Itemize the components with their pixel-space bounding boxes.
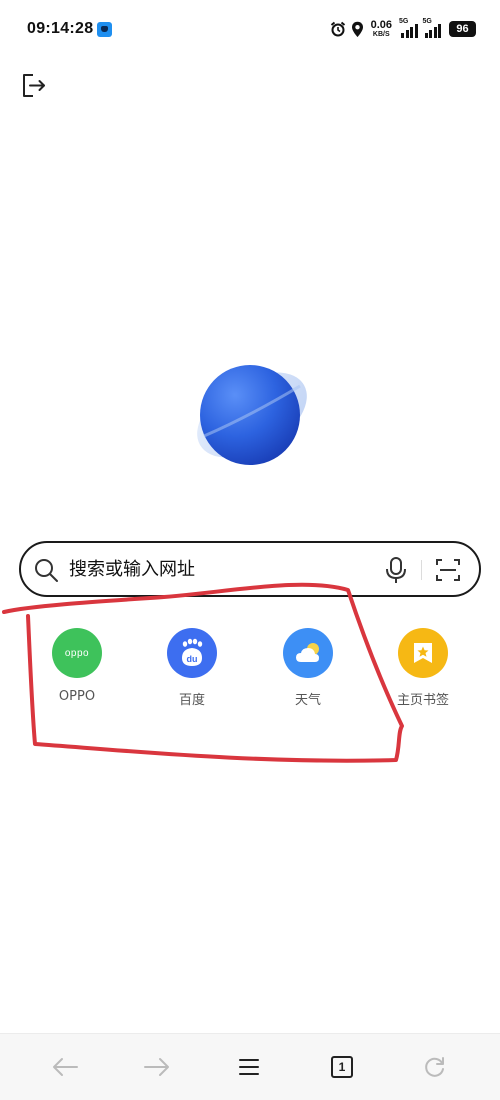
shortcut-oppo[interactable]: oppo OPPO bbox=[27, 628, 127, 718]
oppo-icon: oppo bbox=[52, 628, 102, 678]
shortcut-bookmarks[interactable]: 主页书签 bbox=[373, 628, 473, 718]
scan-icon[interactable] bbox=[435, 557, 461, 583]
sim1-network-tag: 5G bbox=[399, 18, 409, 25]
bookmark-star-icon bbox=[398, 628, 448, 678]
weather-icon bbox=[283, 628, 333, 678]
signal-icon-sim2: 5G bbox=[422, 18, 441, 38]
status-bar: 09:14:28 0.06 KB/S 5G 5G 96 bbox=[0, 0, 500, 60]
location-icon bbox=[351, 21, 363, 37]
back-arrow-icon[interactable] bbox=[48, 1052, 82, 1082]
shortcut-label: 主页书签 bbox=[396, 693, 449, 708]
shortcut-weather[interactable]: 天气 bbox=[258, 628, 358, 718]
shortcut-label: 天气 bbox=[294, 693, 321, 708]
search-icon bbox=[35, 559, 58, 582]
net-speed-unit: KB/S bbox=[372, 31, 390, 38]
status-time: 09:14:28 bbox=[27, 20, 94, 37]
shortcut-baidu[interactable]: du 百度 bbox=[142, 628, 242, 718]
signal-icon-sim1: 5G bbox=[399, 18, 418, 38]
status-right-group: 0.06 KB/S 5G 5G 96 bbox=[330, 18, 476, 40]
shortcut-label: OPPO bbox=[58, 689, 96, 704]
forward-arrow-icon[interactable] bbox=[140, 1052, 174, 1082]
tab-count: 1 bbox=[331, 1056, 353, 1078]
search-input[interactable]: 搜索或输入网址 bbox=[19, 541, 481, 597]
battery-icon: 96 bbox=[449, 21, 476, 37]
oppo-icon-text: oppo bbox=[64, 647, 90, 659]
exit-icon[interactable] bbox=[18, 70, 48, 100]
net-speed-value: 0.06 bbox=[370, 19, 392, 31]
tabs-icon[interactable]: 1 bbox=[325, 1052, 359, 1082]
baidu-icon: du bbox=[167, 628, 217, 678]
search-placeholder: 搜索或输入网址 bbox=[69, 559, 195, 580]
menu-icon[interactable] bbox=[232, 1052, 266, 1082]
app-notification-icon bbox=[97, 22, 112, 37]
refresh-icon[interactable] bbox=[418, 1052, 452, 1082]
planet-logo bbox=[190, 360, 315, 470]
alarm-icon bbox=[330, 21, 345, 37]
bottom-nav-bar: 1 bbox=[0, 1033, 500, 1100]
sim2-network-tag: 5G bbox=[422, 18, 432, 25]
mic-icon[interactable] bbox=[385, 556, 407, 584]
baidu-icon-text: du bbox=[187, 654, 198, 664]
net-speed: 0.06 KB/S bbox=[370, 19, 392, 39]
shortcut-label: 百度 bbox=[178, 693, 205, 708]
search-divider bbox=[421, 560, 422, 580]
